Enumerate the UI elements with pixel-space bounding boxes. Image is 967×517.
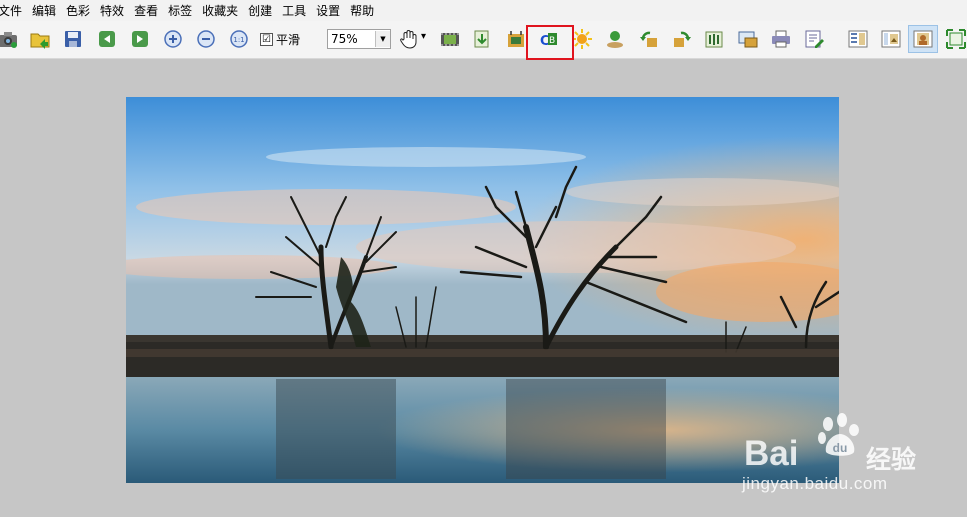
main-toolbar: 1:1 ☑ 平滑 75% ▼ ▾ CB (0, 21, 967, 59)
watermark-jingyan: 经验 (866, 445, 917, 474)
hand-tool-dropdown-icon[interactable]: ▾ (421, 31, 426, 42)
svg-text:1:1: 1:1 (233, 36, 244, 44)
menu-create[interactable]: 创建 (248, 2, 275, 19)
flip-icon[interactable] (702, 27, 726, 51)
chevron-down-icon[interactable]: ▼ (375, 31, 390, 47)
menu-tags[interactable]: 标签 (168, 2, 195, 19)
smooth-checkbox[interactable]: ☑ 平滑 (260, 31, 300, 48)
menu-favorites[interactable]: 收藏夹 (202, 2, 241, 19)
zoom-select[interactable]: 75% ▼ (327, 29, 391, 49)
smooth-label: 平滑 (276, 33, 301, 47)
edit-icon[interactable] (802, 27, 826, 51)
filmstrip-icon[interactable] (438, 27, 462, 51)
rotate-left-icon[interactable] (637, 27, 661, 51)
svg-text:B: B (549, 36, 555, 46)
smooth-checkbox-box[interactable]: ☑ (260, 33, 273, 46)
fullscreen-icon[interactable] (944, 27, 967, 51)
zoom-in-icon[interactable] (161, 27, 185, 51)
zoom-value: 75% (331, 32, 358, 46)
zoom-out-icon[interactable] (194, 27, 218, 51)
batch-rename-icon[interactable]: CB (537, 27, 561, 51)
landscape-photo (126, 97, 839, 483)
layout-thumbnails-icon[interactable] (846, 27, 870, 51)
auto-enhance-icon[interactable] (570, 27, 594, 51)
crop-icon[interactable] (504, 27, 528, 51)
layout-full-icon[interactable] (908, 25, 938, 53)
rotate-right-icon[interactable] (670, 27, 694, 51)
slideshow-icon[interactable] (736, 27, 760, 51)
open-folder-icon[interactable] (28, 27, 52, 51)
menu-color[interactable]: 色彩 (66, 2, 93, 19)
batch-convert-icon[interactable] (470, 27, 494, 51)
menu-bar: 文件 编辑 色彩 特效 查看 标签 收藏夹 创建 工具 设置 帮助 (0, 0, 967, 21)
layout-preview-icon[interactable] (879, 27, 903, 51)
menu-effects[interactable]: 特效 (100, 2, 127, 19)
next-icon[interactable] (128, 27, 152, 51)
screen-capture-icon[interactable] (603, 27, 627, 51)
actual-size-icon[interactable]: 1:1 (227, 27, 251, 51)
menu-tools[interactable]: 工具 (282, 2, 309, 19)
menu-settings[interactable]: 设置 (316, 2, 343, 19)
menu-edit[interactable]: 编辑 (32, 2, 59, 19)
photo-canvas (126, 97, 839, 483)
menu-help[interactable]: 帮助 (350, 2, 377, 19)
save-icon[interactable] (61, 27, 85, 51)
menu-file[interactable]: 文件 (0, 2, 25, 19)
previous-icon[interactable] (95, 27, 119, 51)
camera-icon[interactable] (0, 27, 20, 51)
menu-view[interactable]: 查看 (134, 2, 161, 19)
print-icon[interactable] (769, 27, 793, 51)
hand-tool-icon[interactable] (398, 27, 420, 51)
